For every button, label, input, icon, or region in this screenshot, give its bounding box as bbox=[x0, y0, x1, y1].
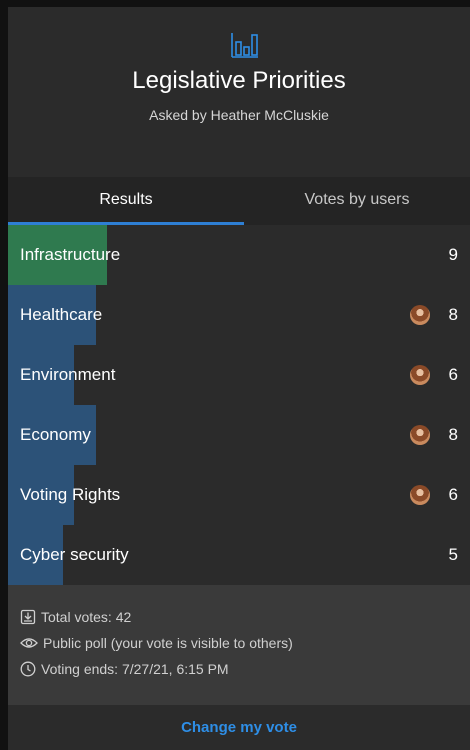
result-row: Economy 8 bbox=[8, 405, 470, 465]
bar-chart-icon bbox=[231, 33, 258, 58]
vote-count: 5 bbox=[448, 545, 458, 564]
clock-icon bbox=[20, 661, 36, 677]
option-label: Infrastructure bbox=[20, 245, 121, 264]
result-row: Infrastructure 9 bbox=[8, 225, 470, 285]
change-vote-button[interactable]: Change my vote bbox=[8, 705, 470, 750]
vote-count: 8 bbox=[448, 425, 458, 444]
vote-count: 6 bbox=[448, 485, 458, 504]
poll-header: Legislative Priorities Asked by Heather … bbox=[8, 7, 470, 177]
tab-results[interactable]: Results bbox=[8, 177, 244, 225]
visibility-row: Public poll (your vote is visible to oth… bbox=[20, 635, 293, 651]
voter-avatar[interactable] bbox=[410, 305, 430, 325]
tab-votes-by-users[interactable]: Votes by users bbox=[244, 177, 470, 225]
result-row: Healthcare 8 bbox=[8, 285, 470, 345]
vote-count: 6 bbox=[448, 365, 458, 384]
tab-bar: Results Votes by users bbox=[8, 177, 470, 226]
total-votes-text: Total votes: 42 bbox=[41, 609, 132, 625]
vote-count: 9 bbox=[448, 245, 458, 264]
eye-icon bbox=[20, 638, 38, 648]
poll-title: Legislative Priorities bbox=[132, 67, 346, 94]
poll-card: Legislative Priorities Asked by Heather … bbox=[8, 7, 470, 750]
total-votes-row: Total votes: 42 bbox=[20, 609, 131, 625]
option-label: Cyber security bbox=[20, 545, 129, 564]
voting-ends-row: Voting ends: 7/27/21, 6:15 PM bbox=[20, 661, 229, 677]
result-row: Cyber security 5 bbox=[8, 525, 470, 585]
result-row: Voting Rights 6 bbox=[8, 465, 470, 525]
option-label: Voting Rights bbox=[20, 485, 121, 504]
poll-subtitle: Asked by Heather McCluskie bbox=[149, 107, 329, 123]
results-list: Infrastructure 9 Healthcare 8 Environment 6 Ec… bbox=[8, 225, 470, 585]
voter-avatar[interactable] bbox=[410, 425, 430, 445]
voter-avatar[interactable] bbox=[410, 485, 430, 505]
poll-info: Total votes: 42 Public poll (your vote i… bbox=[8, 585, 470, 705]
voting-ends-text: Voting ends: 7/27/21, 6:15 PM bbox=[41, 661, 229, 677]
vote-count: 8 bbox=[448, 305, 458, 324]
option-label: Healthcare bbox=[20, 305, 103, 324]
voter-avatar[interactable] bbox=[410, 365, 430, 385]
ballot-box-icon bbox=[20, 609, 36, 625]
result-row: Environment 6 bbox=[8, 345, 470, 405]
visibility-text: Public poll (your vote is visible to oth… bbox=[43, 635, 293, 651]
option-label: Environment bbox=[20, 365, 116, 384]
option-label: Economy bbox=[20, 425, 91, 444]
